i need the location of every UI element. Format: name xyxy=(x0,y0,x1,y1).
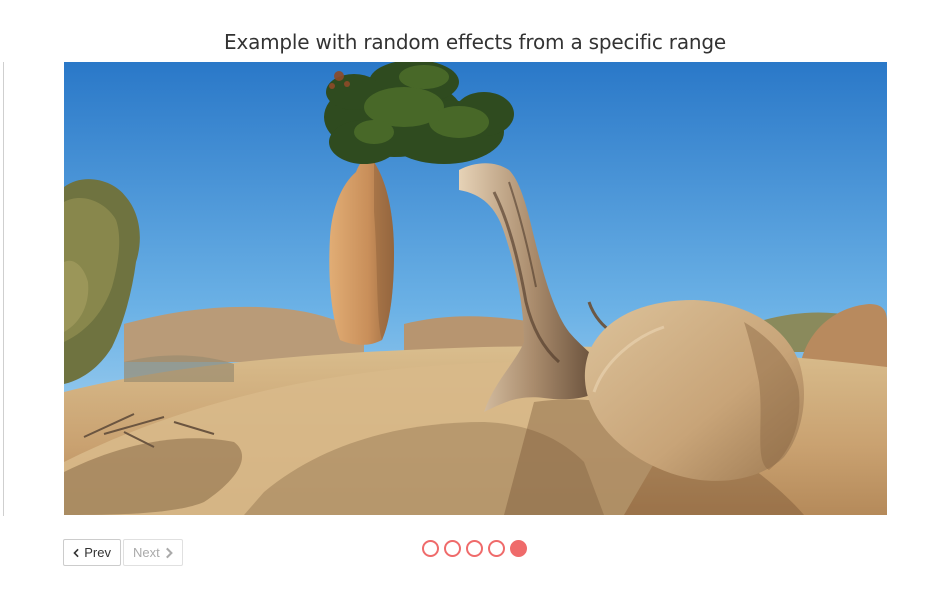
prev-button[interactable]: Prev xyxy=(63,539,121,566)
pager-dot[interactable] xyxy=(444,540,461,557)
page-title: Example with random effects from a speci… xyxy=(224,30,726,54)
pager-dot[interactable] xyxy=(422,540,439,557)
pager-dot[interactable] xyxy=(488,540,505,557)
slide-image xyxy=(64,62,887,515)
chevron-right-icon xyxy=(165,547,173,558)
chevron-left-icon xyxy=(73,548,79,557)
next-button[interactable]: Next xyxy=(123,539,183,566)
slider-page: Example with random effects from a speci… xyxy=(0,0,950,600)
prev-label: Prev xyxy=(84,545,111,560)
pager-dot-active[interactable] xyxy=(510,540,527,557)
divider xyxy=(3,62,4,516)
next-label: Next xyxy=(133,545,160,560)
pager-dots xyxy=(422,540,527,557)
pager-dot[interactable] xyxy=(466,540,483,557)
